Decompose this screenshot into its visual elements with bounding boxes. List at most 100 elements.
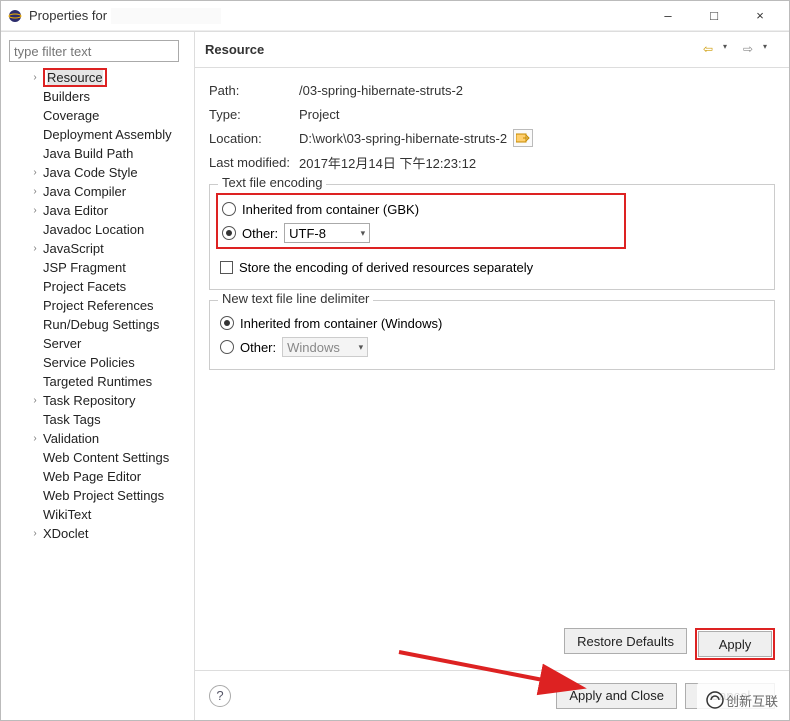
apply-button[interactable]: Apply [698, 631, 772, 657]
apply-highlight: Apply [695, 628, 775, 660]
sidebar-item-label: Java Editor [43, 203, 108, 218]
checkbox-icon [220, 261, 233, 274]
expand-arrow-icon[interactable]: › [29, 186, 41, 197]
sidebar-item-run-debug-settings[interactable]: Run/Debug Settings [5, 315, 190, 334]
page-title: Resource [205, 42, 264, 57]
expand-arrow-icon[interactable]: › [29, 167, 41, 178]
nav-forward-menu-icon[interactable]: ▾ [763, 42, 779, 58]
encoding-legend: Text file encoding [218, 175, 326, 190]
sidebar-item-jsp-fragment[interactable]: JSP Fragment [5, 258, 190, 277]
nav-back-icon[interactable]: ⇦ [703, 42, 719, 58]
show-in-explorer-button[interactable] [513, 129, 533, 147]
expand-arrow-icon[interactable]: › [29, 433, 41, 444]
sidebar-item-java-compiler[interactable]: ›Java Compiler [5, 182, 190, 201]
sidebar-item-label: JavaScript [43, 241, 104, 256]
sidebar-item-web-project-settings[interactable]: Web Project Settings [5, 486, 190, 505]
apply-and-close-button[interactable]: Apply and Close [556, 683, 677, 709]
radio-checked-icon [222, 226, 236, 240]
sidebar-item-targeted-runtimes[interactable]: Targeted Runtimes [5, 372, 190, 391]
cancel-button[interactable]: Cancel [685, 683, 775, 709]
sidebar-item-java-code-style[interactable]: ›Java Code Style [5, 163, 190, 182]
encoding-inherited-option[interactable]: Inherited from container (GBK) [222, 197, 620, 221]
sidebar-item-label: Coverage [43, 108, 99, 123]
sidebar-item-validation[interactable]: ›Validation [5, 429, 190, 448]
expand-arrow-icon[interactable]: › [29, 243, 41, 254]
radio-icon [220, 340, 234, 354]
sidebar-item-resource[interactable]: › Resource [5, 68, 190, 87]
expand-arrow-icon[interactable]: › [29, 528, 41, 539]
delimiter-other-option[interactable]: Other: Windows ▾ [220, 335, 764, 359]
category-tree: › Resource Builders Coverage Deployment Asse… [5, 68, 190, 543]
sidebar-item-task-repository[interactable]: ›Task Repository [5, 391, 190, 410]
sidebar-item-label: JSP Fragment [43, 260, 126, 275]
sidebar-item-label: Deployment Assembly [43, 127, 172, 142]
encoding-highlight: Inherited from container (GBK) Other: UT… [216, 193, 626, 249]
delimiter-group: New text file line delimiter Inherited f… [209, 300, 775, 370]
sidebar-item-label: Task Tags [43, 412, 101, 427]
sidebar-item-java-editor[interactable]: ›Java Editor [5, 201, 190, 220]
eclipse-icon [7, 8, 23, 24]
sidebar-item-builders[interactable]: Builders [5, 87, 190, 106]
sidebar-item-deployment-assembly[interactable]: Deployment Assembly [5, 125, 190, 144]
dialog-footer: ? Apply and Close Cancel [195, 670, 789, 720]
delimiter-inherited-label: Inherited from container (Windows) [240, 316, 442, 331]
window-title: Properties for [29, 8, 107, 23]
sidebar-item-label: Project References [43, 298, 154, 313]
content-header: Resource ⇦ ▾ ⇨ ▾ [195, 32, 789, 68]
delimiter-other-label: Other: [240, 340, 276, 355]
sidebar-item-project-references[interactable]: Project References [5, 296, 190, 315]
close-button[interactable]: × [737, 1, 783, 31]
expand-arrow-icon[interactable]: › [29, 205, 41, 216]
title-suffix-redacted [111, 8, 221, 24]
maximize-button[interactable]: □ [691, 1, 737, 31]
title-bar: Properties for – □ × [1, 1, 789, 31]
sidebar-item-web-content-settings[interactable]: Web Content Settings [5, 448, 190, 467]
close-icon: × [756, 8, 764, 23]
sidebar-item-label: XDoclet [43, 526, 89, 541]
sidebar-item-label: Targeted Runtimes [43, 374, 152, 389]
nav-back-menu-icon[interactable]: ▾ [723, 42, 739, 58]
sidebar-item-task-tags[interactable]: Task Tags [5, 410, 190, 429]
path-value: /03-spring-hibernate-struts-2 [299, 83, 463, 98]
minimize-icon: – [664, 8, 671, 23]
sidebar-item-service-policies[interactable]: Service Policies [5, 353, 190, 372]
expand-arrow-icon[interactable]: › [29, 72, 41, 83]
sidebar-item-label: Builders [43, 89, 90, 104]
encoding-other-option[interactable]: Other: UTF-8 ▾ [222, 221, 620, 245]
location-label: Location: [209, 131, 299, 146]
encoding-combo[interactable]: UTF-8 ▾ [284, 223, 370, 243]
category-sidebar: › Resource Builders Coverage Deployment Asse… [1, 32, 195, 720]
nav-forward-icon[interactable]: ⇨ [743, 42, 759, 58]
radio-icon [222, 202, 236, 216]
sidebar-item-label: Run/Debug Settings [43, 317, 159, 332]
sidebar-item-label: Validation [43, 431, 99, 446]
sidebar-item-wikitext[interactable]: WikiText [5, 505, 190, 524]
derived-encoding-option[interactable]: Store the encoding of derived resources … [220, 255, 764, 279]
sidebar-item-java-build-path[interactable]: Java Build Path [5, 144, 190, 163]
sidebar-item-server[interactable]: Server [5, 334, 190, 353]
sidebar-item-coverage[interactable]: Coverage [5, 106, 190, 125]
sidebar-item-xdoclet[interactable]: ›XDoclet [5, 524, 190, 543]
sidebar-item-web-page-editor[interactable]: Web Page Editor [5, 467, 190, 486]
sidebar-item-project-facets[interactable]: Project Facets [5, 277, 190, 296]
sidebar-item-javascript[interactable]: ›JavaScript [5, 239, 190, 258]
sidebar-item-label: Java Code Style [43, 165, 138, 180]
expand-arrow-icon[interactable]: › [29, 395, 41, 406]
sidebar-item-label: Task Repository [43, 393, 135, 408]
minimize-button[interactable]: – [645, 1, 691, 31]
help-icon: ? [216, 688, 223, 703]
sidebar-item-javadoc-location[interactable]: Javadoc Location [5, 220, 190, 239]
sidebar-item-label: Web Project Settings [43, 488, 164, 503]
sidebar-item-label: Resource [47, 70, 103, 85]
sidebar-item-label: Web Content Settings [43, 450, 169, 465]
filter-input[interactable] [9, 40, 179, 62]
delimiter-legend: New text file line delimiter [218, 291, 373, 306]
help-button[interactable]: ? [209, 685, 231, 707]
type-value: Project [299, 107, 339, 122]
location-value: D:\work\03-spring-hibernate-struts-2 [299, 131, 507, 146]
sidebar-item-label: Java Build Path [43, 146, 133, 161]
delimiter-inherited-option[interactable]: Inherited from container (Windows) [220, 311, 764, 335]
sidebar-item-label: Server [43, 336, 81, 351]
restore-defaults-button[interactable]: Restore Defaults [564, 628, 687, 654]
chevron-down-icon: ▾ [361, 228, 366, 239]
